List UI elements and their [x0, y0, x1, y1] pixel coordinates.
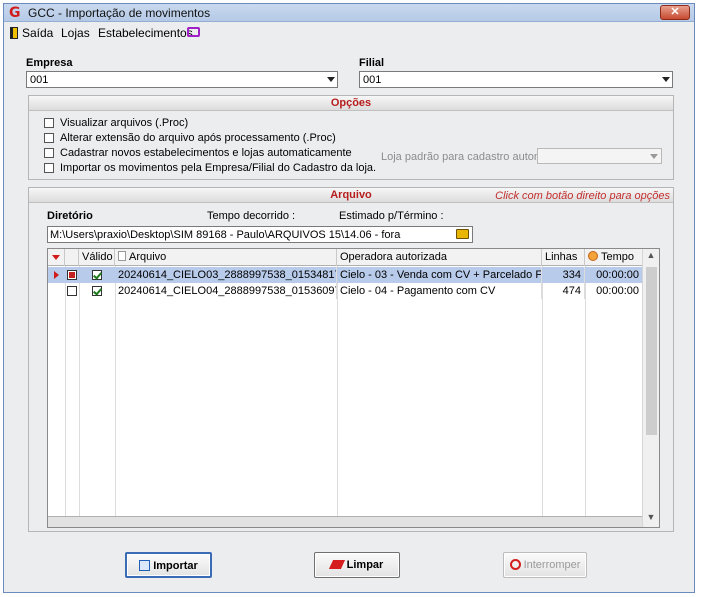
row-select-checkbox[interactable] — [67, 286, 77, 296]
cell-linhas: 334 — [542, 267, 585, 283]
column-arquivo[interactable]: Arquivo — [115, 249, 337, 266]
grid-divider — [585, 266, 586, 527]
checkbox-visualizar[interactable]: Visualizar arquivos (.Proc) — [44, 117, 344, 131]
grid-header: Válido Arquivo Operadora autorizada Linh… — [48, 249, 643, 266]
checkbox-box[interactable] — [44, 163, 54, 173]
arquivo-group: Arquivo Click com botão direito para opç… — [28, 187, 674, 532]
cell-tempo: 00:00:00 — [585, 283, 643, 299]
stop-icon — [509, 559, 521, 570]
main-window: G GCC - Importação de movimentos ✕ Saída… — [3, 3, 695, 593]
opcoes-header: Opções — [29, 96, 673, 111]
diretorio-label: Diretório — [47, 210, 93, 222]
checkbox-label: Cadastrar novos estabelecimentos e lojas… — [60, 147, 352, 159]
valido-checkbox[interactable] — [92, 270, 102, 280]
diretorio-input[interactable]: M:\Users\praxio\Desktop\SIM 89168 - Paul… — [47, 226, 473, 243]
row-select-checkbox[interactable] — [67, 270, 77, 280]
empresa-label: Empresa — [26, 57, 73, 69]
cell-arquivo: 20240614_CIELO04_2888997538_0153609775.t… — [115, 283, 337, 299]
importar-label: Importar — [153, 560, 198, 572]
column-operadora[interactable]: Operadora autorizada — [337, 249, 542, 266]
loja-padrao-select — [537, 148, 662, 164]
estimado-label: Estimado p/Término : — [339, 210, 444, 222]
grid-divider — [337, 266, 338, 527]
files-grid: Válido Arquivo Operadora autorizada Linh… — [47, 248, 660, 528]
empresa-value: 001 — [30, 74, 49, 86]
limpar-button[interactable]: Limpar — [314, 552, 400, 578]
scroll-thumb[interactable] — [646, 267, 657, 435]
filial-label: Filial — [359, 57, 385, 69]
table-row[interactable]: 20240614_CIELO04_2888997538_0153609775.t… — [48, 283, 643, 299]
scroll-down-icon[interactable]: ▼ — [643, 512, 659, 526]
check-column-header[interactable] — [65, 249, 79, 266]
empresa-select[interactable]: 001 — [26, 71, 338, 88]
exit-icon — [10, 27, 18, 39]
arquivo-header: Arquivo Click com botão direito para opç… — [29, 188, 673, 203]
checkbox-alterar-extensao[interactable]: Alterar extensão do arquivo após process… — [44, 132, 344, 146]
checkbox-label: Alterar extensão do arquivo após process… — [60, 132, 336, 144]
importar-button[interactable]: Importar — [125, 552, 212, 578]
checkbox-box[interactable] — [44, 118, 54, 128]
column-tempo[interactable]: Tempo — [585, 249, 643, 266]
grid-divider — [115, 266, 116, 527]
column-arquivo-label: Arquivo — [129, 251, 167, 263]
grid-divider — [65, 266, 66, 527]
chevron-down-icon — [662, 77, 670, 82]
folder-open-icon[interactable] — [456, 229, 469, 239]
interromper-button: Interromper — [503, 552, 587, 578]
vertical-scrollbar[interactable]: ▲ ▼ — [642, 249, 659, 527]
chevron-down-icon — [650, 154, 658, 159]
cell-operadora: Cielo - 03 - Venda com CV + Parcelado Fu… — [337, 267, 542, 283]
menu-bar: Saída Lojas Estabelecimentos — [4, 23, 694, 41]
column-linhas[interactable]: Linhas — [542, 249, 585, 266]
grid-footer — [48, 516, 642, 527]
screen-icon[interactable] — [187, 27, 200, 37]
checkbox-label: Visualizar arquivos (.Proc) — [60, 117, 189, 129]
eraser-icon — [328, 560, 345, 569]
diretorio-value: M:\Users\praxio\Desktop\SIM 89168 - Paul… — [50, 229, 401, 241]
context-menu-hint: Click com botão direito para opções — [495, 190, 670, 202]
menu-item-estabelecimentos[interactable]: Estabelecimentos — [98, 26, 193, 40]
cell-operadora: Cielo - 04 - Pagamento com CV — [337, 283, 542, 299]
checkbox-cadastrar-novos[interactable]: Cadastrar novos estabelecimentos e lojas… — [44, 147, 352, 161]
cell-arquivo: 20240614_CIELO03_2888997538_0153481780.t… — [115, 267, 337, 283]
document-icon — [118, 251, 126, 261]
limpar-label: Limpar — [346, 559, 384, 571]
window-title: GCC - Importação de movimentos — [28, 6, 211, 20]
column-valido[interactable]: Válido — [79, 249, 115, 266]
checkbox-box[interactable] — [44, 133, 54, 143]
cell-linhas: 474 — [542, 283, 585, 299]
table-row[interactable]: 20240614_CIELO03_2888997538_0153481780.t… — [48, 267, 643, 283]
grid-divider — [79, 266, 80, 527]
cell-tempo: 00:00:00 — [585, 267, 643, 283]
app-logo-icon: G — [9, 5, 21, 21]
sort-column-header[interactable] — [48, 249, 65, 266]
menu-item-lojas[interactable]: Lojas — [61, 26, 90, 40]
interromper-label: Interromper — [523, 559, 581, 571]
clock-icon — [588, 251, 598, 261]
close-button[interactable]: ✕ — [660, 5, 690, 20]
import-icon — [139, 560, 151, 571]
tempo-decorrido-label: Tempo decorrido : — [207, 210, 296, 222]
column-tempo-label: Tempo — [601, 251, 635, 263]
filial-value: 001 — [363, 74, 382, 86]
menu-item-saida[interactable]: Saída — [22, 26, 53, 40]
checkbox-label: Importar os movimentos pela Empresa/Fili… — [60, 162, 377, 174]
chevron-down-icon — [327, 77, 335, 82]
scroll-up-icon[interactable]: ▲ — [643, 250, 659, 264]
opcoes-group: Opções Visualizar arquivos (.Proc) Alter… — [28, 95, 674, 180]
checkbox-importar-movimentos[interactable]: Importar os movimentos pela Empresa/Fili… — [44, 162, 376, 176]
sort-down-icon — [52, 255, 60, 260]
row-pointer-icon — [54, 271, 59, 279]
filial-select[interactable]: 001 — [359, 71, 673, 88]
grid-divider — [542, 266, 543, 527]
valido-checkbox[interactable] — [92, 286, 102, 296]
checkbox-box[interactable] — [44, 148, 54, 158]
title-bar: G GCC - Importação de movimentos ✕ — [4, 4, 694, 22]
arquivo-title: Arquivo — [330, 189, 372, 201]
